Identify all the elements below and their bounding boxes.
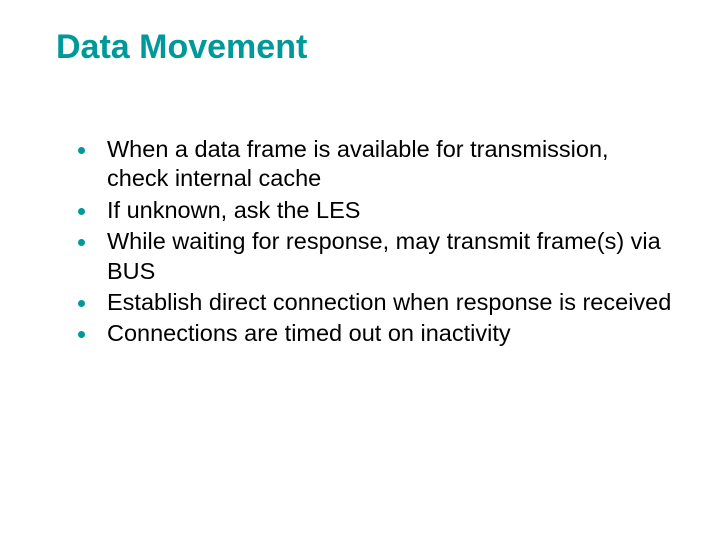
bullet-text: When a data frame is available for trans… [107, 135, 672, 194]
bullet-icon [78, 331, 85, 338]
bullet-text: While waiting for response, may transmit… [107, 227, 672, 286]
list-item: Connections are timed out on inactivity [78, 319, 672, 348]
bullet-text: Connections are timed out on inactivity [107, 319, 511, 348]
list-item: While waiting for response, may transmit… [78, 227, 672, 286]
list-item: Establish direct connection when respons… [78, 288, 672, 317]
bullet-text: If unknown, ask the LES [107, 196, 360, 225]
list-item: If unknown, ask the LES [78, 196, 672, 225]
list-item: When a data frame is available for trans… [78, 135, 672, 194]
bullet-icon [78, 239, 85, 246]
bullet-icon [78, 147, 85, 154]
slide-title: Data Movement [56, 28, 672, 67]
bullet-icon [78, 300, 85, 307]
bullet-text: Establish direct connection when respons… [107, 288, 671, 317]
bullet-list: When a data frame is available for trans… [56, 135, 672, 349]
slide: Data Movement When a data frame is avail… [0, 0, 720, 540]
bullet-icon [78, 208, 85, 215]
